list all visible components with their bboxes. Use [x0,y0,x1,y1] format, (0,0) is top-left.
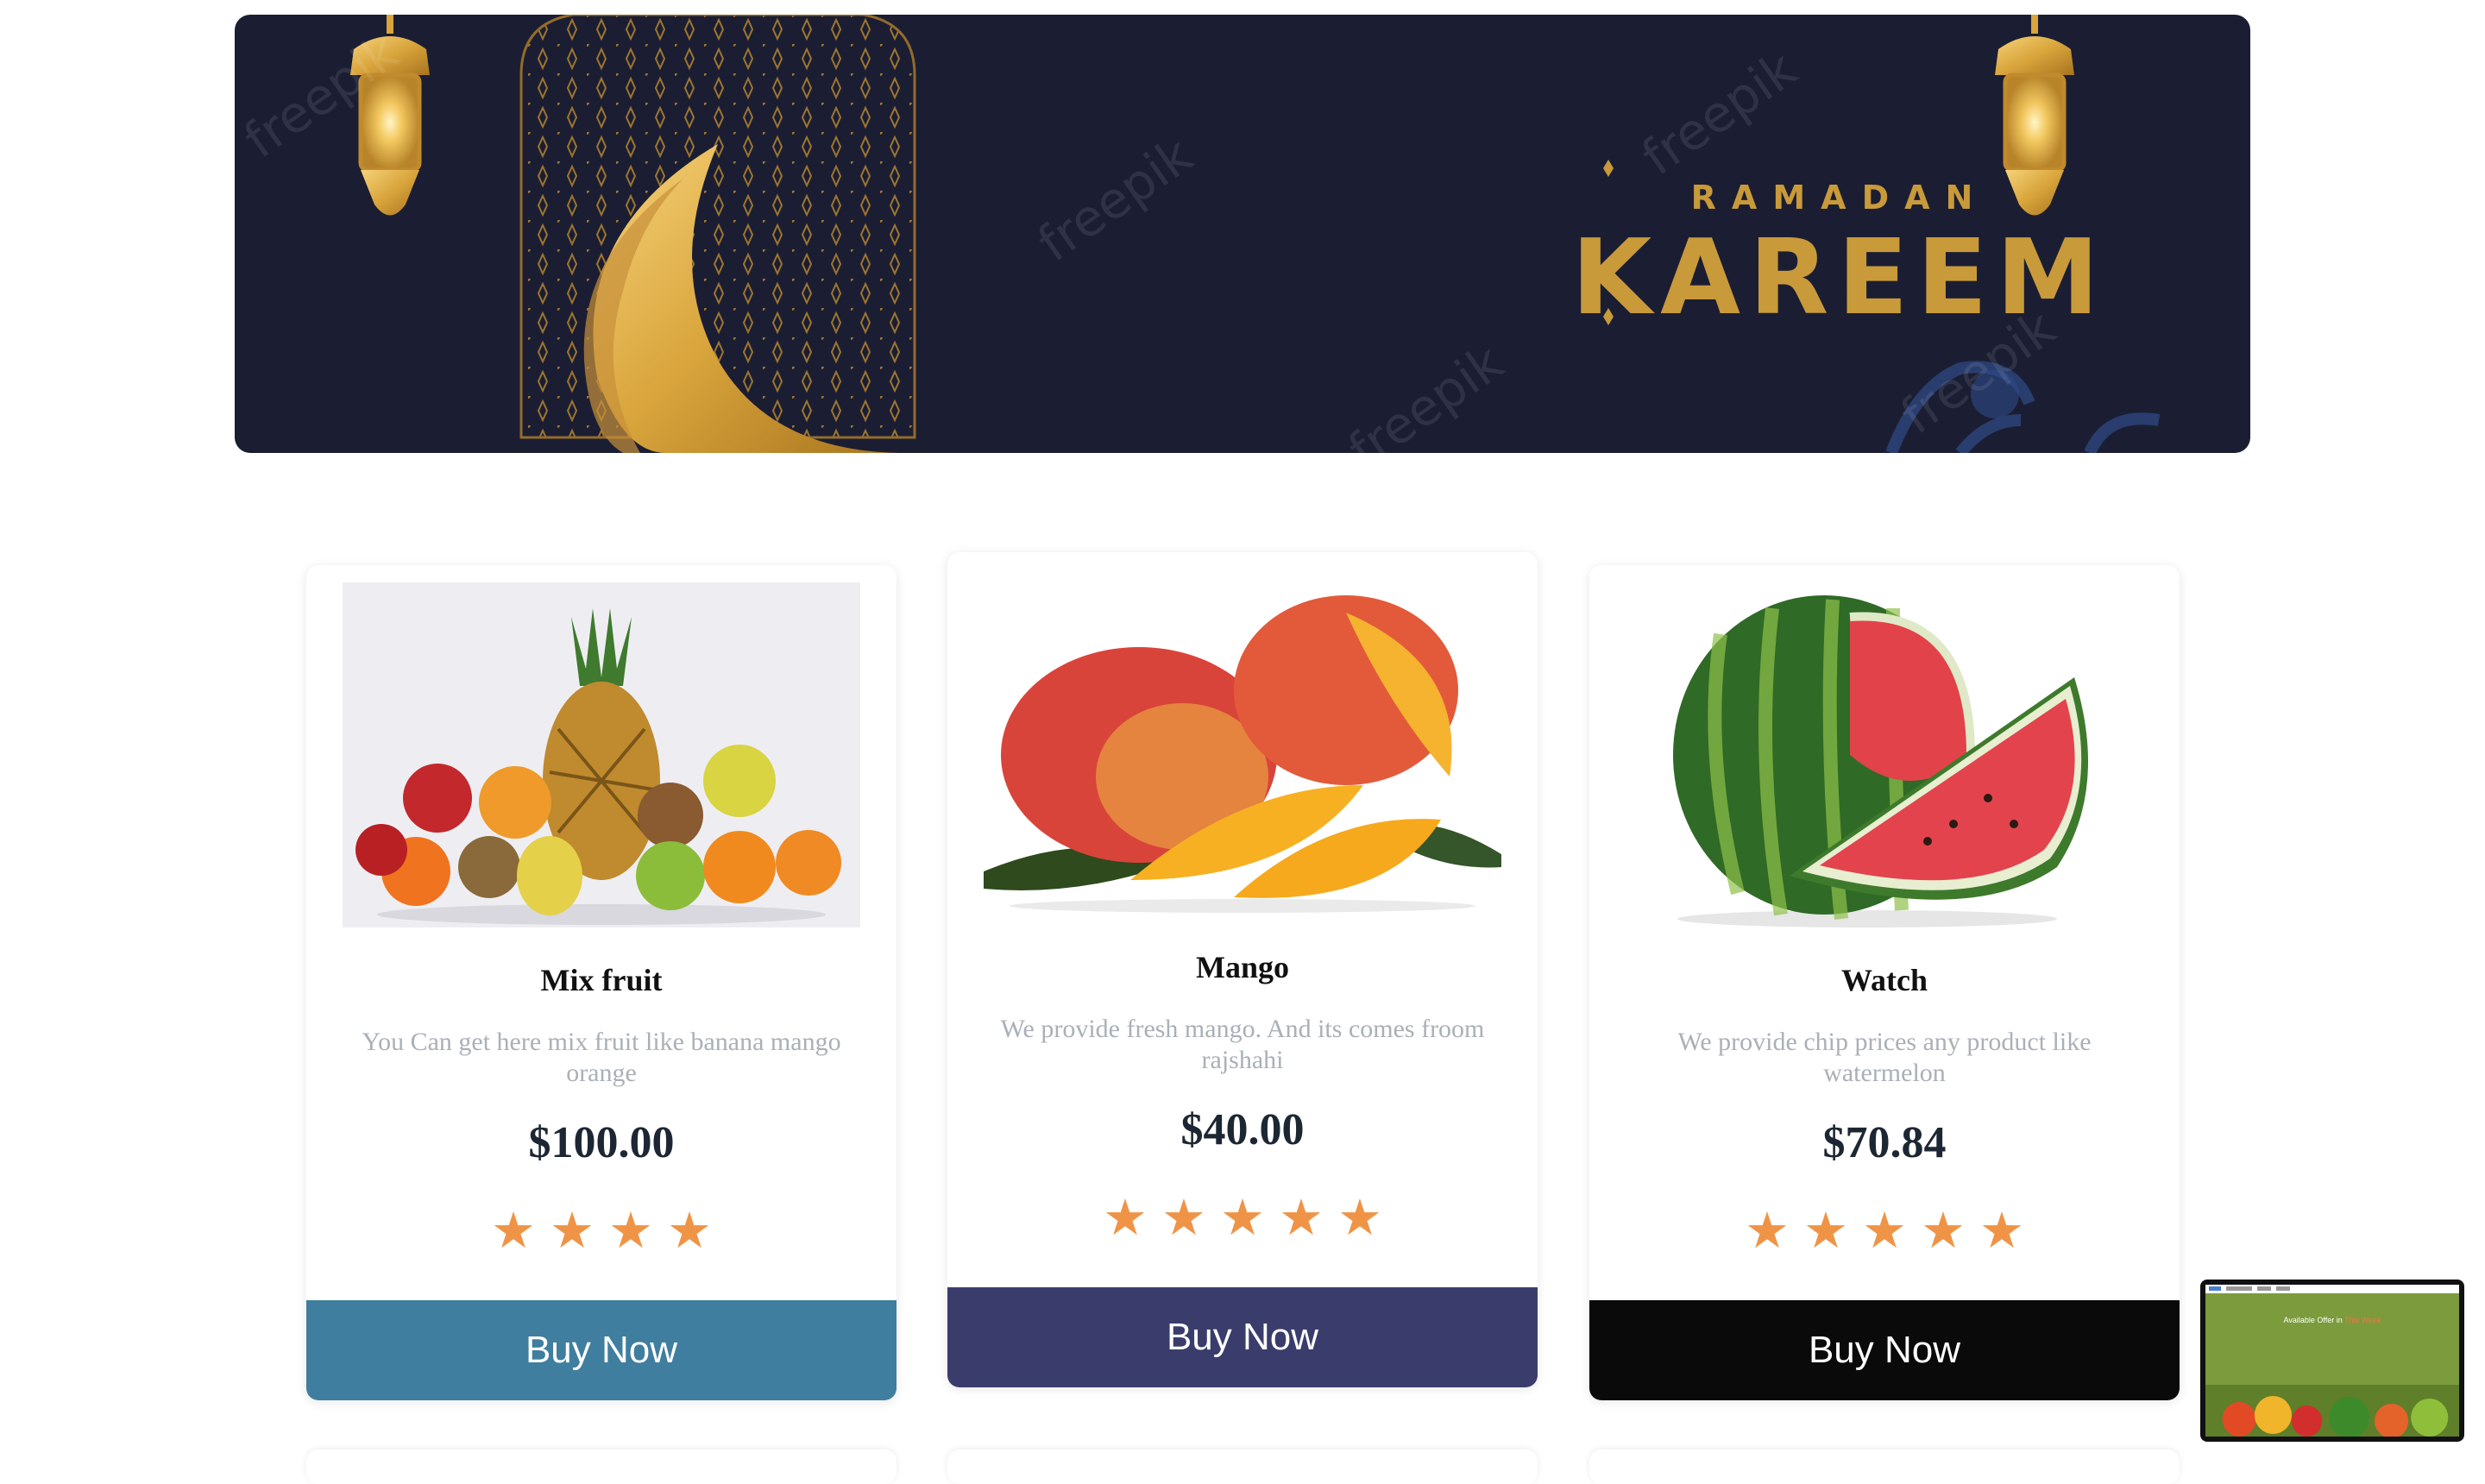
watermelon-image [1626,582,2143,928]
rating-stars: ★ ★ ★ ★ ★ [1589,1205,2180,1255]
star-icon: ★ [1279,1188,1324,1247]
rating-stars: ★ ★ ★ ★ [306,1205,896,1255]
star-icon: ★ [1161,1188,1206,1247]
product-card: Watch We provide chip prices any product… [1589,565,2180,1400]
banner-subtitle: RAMADAN [1690,179,1989,217]
star-icon: ★ [1862,1201,1907,1260]
product-title: Watch [1840,963,1928,997]
star-icon: ★ [1745,1201,1790,1260]
product-card-next-row [947,1449,1538,1484]
star-icon: ★ [1921,1201,1966,1260]
product-price: $100.00 [528,1118,675,1167]
star-icon: ★ [608,1201,653,1260]
product-description: We provide chip prices any product like … [1677,1028,2092,1087]
buy-now-button[interactable]: Buy Now [306,1300,896,1400]
product-description: You Can get here mix fruit like banana m… [362,1028,841,1087]
rating-stars: ★ ★ ★ ★ ★ [947,1192,1538,1242]
star-icon: ★ [1803,1201,1848,1260]
buy-now-button[interactable]: Buy Now [1589,1300,2180,1400]
buy-now-button[interactable]: Buy Now [947,1287,1538,1387]
product-card: Mix fruit You Can get here mix fruit lik… [306,565,896,1400]
page-preview-thumbnail[interactable]: Available Offer in This Week [2200,1280,2464,1442]
vegetables-image [2205,1385,2459,1437]
banner-title: KAREEM [1571,218,2108,338]
star-icon: ★ [1220,1188,1265,1247]
preview-heading-highlight: This Week [2344,1316,2381,1324]
preview-heading-text: Available Offer in [2283,1316,2343,1324]
ramadan-banner: freepik freepik freepik freepik freepik … [235,15,2250,453]
star-icon: ★ [1337,1188,1382,1247]
preview-navbar [2205,1285,2459,1293]
star-icon: ★ [1103,1188,1148,1247]
star-icon: ★ [667,1201,712,1260]
product-title: Mango [1196,950,1289,984]
product-card: Mango We provide fresh mango. And its co… [947,552,1538,1387]
product-description: We provide fresh mango. And its comes fr… [1000,1015,1485,1074]
product-card-next-row [306,1449,896,1484]
star-icon: ★ [491,1201,536,1260]
mixed-fruit-image [343,582,860,928]
star-icon: ★ [1979,1201,2024,1260]
mango-image [984,569,1501,915]
star-icon: ★ [550,1201,595,1260]
product-price: $40.00 [1180,1105,1305,1154]
banner-heading: RAMADAN KAREEM [1529,179,2150,330]
preview-heading: Available Offer in This Week [2205,1316,2459,1324]
product-title: Mix fruit [540,963,663,997]
product-card-next-row [1589,1449,2180,1484]
preview-content: Available Offer in This Week [2205,1285,2459,1437]
product-price: $70.84 [1822,1118,1947,1167]
